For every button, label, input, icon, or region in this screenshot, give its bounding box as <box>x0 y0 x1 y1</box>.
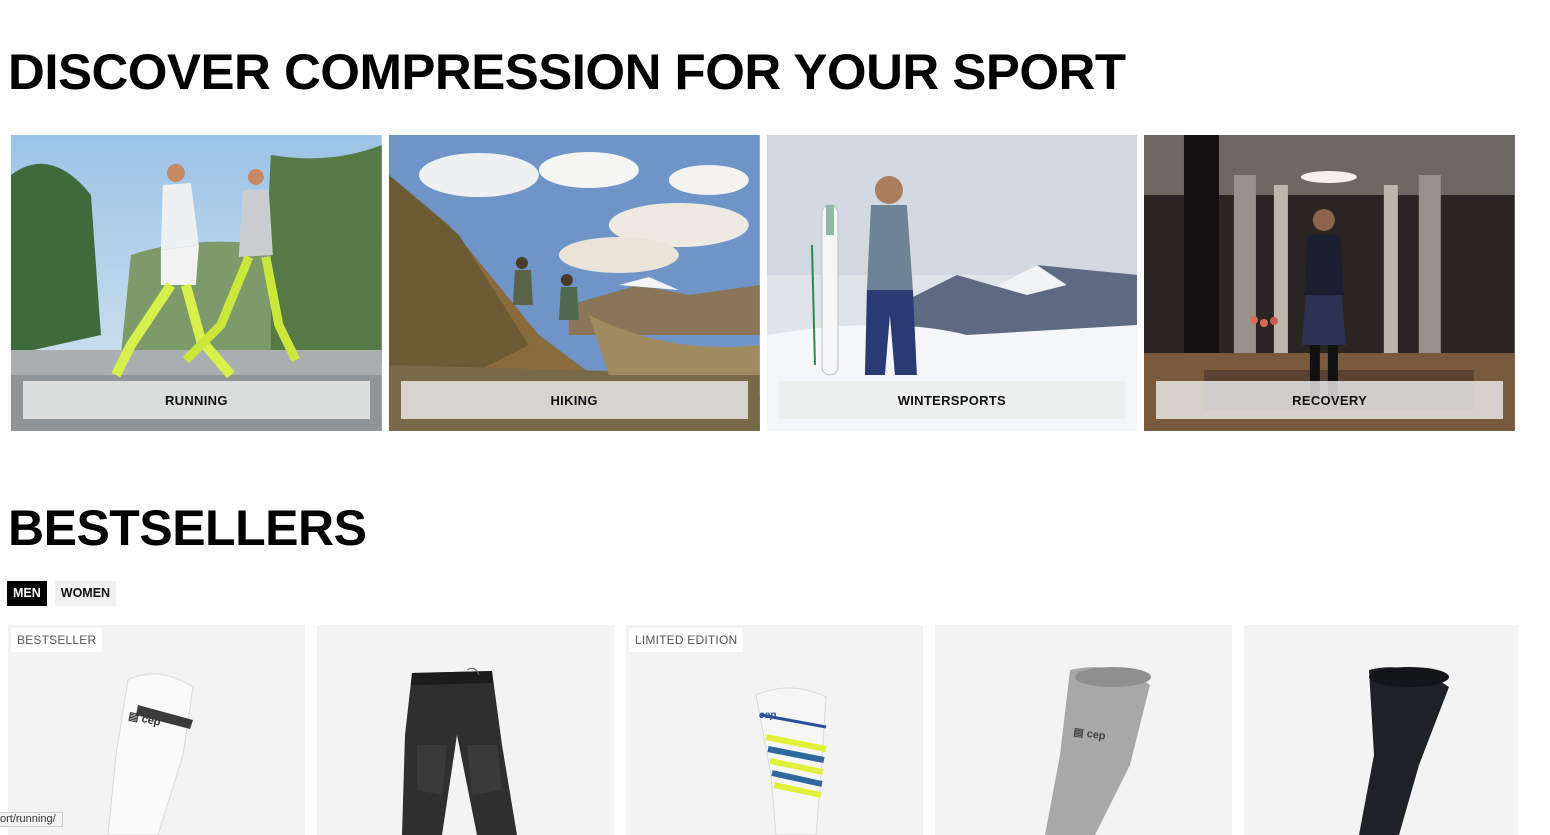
black-compression-sleeve-icon <box>1359 667 1449 835</box>
sport-grid: RUNNING HIKING WINTERSPORTS RECOVERY <box>11 135 1515 431</box>
product-card[interactable] <box>317 625 614 835</box>
black-compression-tights-icon <box>402 667 517 835</box>
sport-card-wintersports[interactable]: WINTERSPORTS <box>766 135 1138 431</box>
badge-bestseller: BESTSELLER <box>11 628 103 652</box>
svg-text:cep: cep <box>759 710 776 721</box>
sport-label-hiking: HIKING <box>400 381 748 419</box>
tab-women[interactable]: WOMEN <box>54 581 117 606</box>
product-card[interactable]: ▤ cep BESTSELLER <box>8 625 305 835</box>
product-card[interactable]: cep LIMITED EDITION <box>626 625 923 835</box>
sport-label-recovery: RECOVERY <box>1156 381 1503 419</box>
sport-card-running[interactable]: RUNNING <box>11 135 382 431</box>
discover-title: DISCOVER COMPRESSION FOR YOUR SPORT <box>8 44 1126 100</box>
grey-compression-sock-icon: ▤ cep <box>1045 667 1151 835</box>
badge-limited-edition: LIMITED EDITION <box>629 628 744 652</box>
sport-card-hiking[interactable]: HIKING <box>388 135 760 431</box>
white-compression-sock-icon: ▤ cep <box>107 673 194 835</box>
gender-tabs: MEN WOMEN <box>7 581 117 606</box>
bestsellers-title: BESTSELLERS <box>8 500 367 556</box>
product-list: ▤ cep BESTSELLER cep LIMITED EDITION ▤ c… <box>8 625 1518 835</box>
sport-label-wintersports: WINTERSPORTS <box>778 381 1126 419</box>
product-card[interactable]: ▤ cep <box>935 625 1232 835</box>
tab-men[interactable]: MEN <box>7 581 47 606</box>
sport-card-recovery[interactable]: RECOVERY <box>1144 135 1515 431</box>
striped-crew-sock-icon: cep <box>755 687 827 835</box>
product-card[interactable] <box>1244 625 1518 835</box>
sport-label-running: RUNNING <box>23 381 370 419</box>
